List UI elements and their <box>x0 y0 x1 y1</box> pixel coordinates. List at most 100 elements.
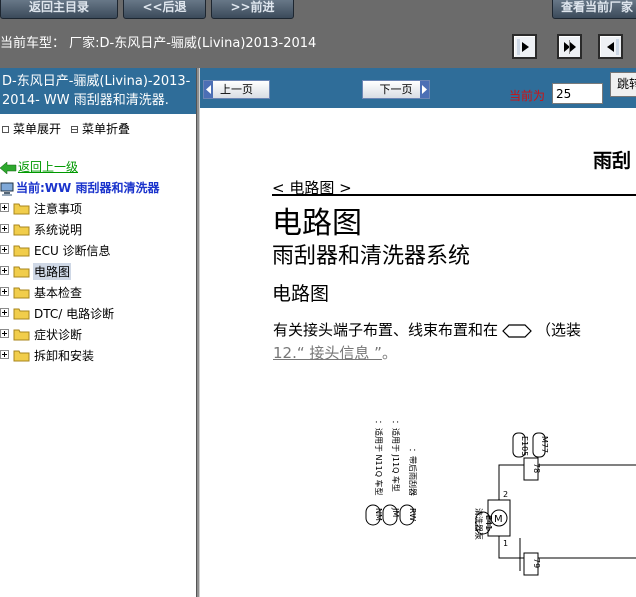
current-node-label: 当前:WW 雨刮器和清洗器 <box>16 181 160 195</box>
connector-info-link[interactable]: 12.“ 接头信息 ” <box>273 344 382 362</box>
expand-plus-icon[interactable] <box>0 287 9 296</box>
pager-bar: 上一页 下一页 当前为 跳转 <box>200 68 636 108</box>
tree-item-label: 拆卸和安装 <box>34 349 95 363</box>
folder-icon <box>13 287 30 299</box>
expand-plus-icon[interactable] <box>0 308 9 317</box>
expand-plus-icon[interactable] <box>0 329 9 338</box>
legend-code: RW <box>408 508 417 521</box>
top-toolbar: 返回主目录 <<后退 >>前进 查看当前厂家 <box>0 0 636 22</box>
legend-text: ：带后雨刮器 <box>408 448 418 496</box>
legend-item-jm: JM ：适用于 J11Q 车型 <box>382 420 401 526</box>
folder-icon <box>13 224 30 236</box>
pin-number-top: 2 <box>503 490 508 499</box>
triangle-right-icon <box>420 81 429 98</box>
tree-item-label: 基本检查 <box>34 286 83 300</box>
previous-page-icon-button[interactable] <box>598 34 623 59</box>
view-current-manufacturer-button[interactable]: 查看当前厂家 <box>552 0 636 19</box>
washer-motor-symbol: M <box>487 499 511 537</box>
arrow-double-right-icon <box>564 40 576 54</box>
expand-plus-icon[interactable] <box>0 350 9 359</box>
home-button[interactable]: 返回主目录 <box>0 0 118 19</box>
tree-item-system-description[interactable]: 系统说明 <box>0 219 196 240</box>
expand-square-icon <box>2 125 9 133</box>
connector-number: 79 <box>532 558 541 568</box>
expand-plus-icon[interactable] <box>0 245 9 254</box>
tree-item-label: ECU 诊断信息 <box>34 244 111 258</box>
page-number-input[interactable] <box>552 83 603 104</box>
expand-plus-icon[interactable] <box>0 266 9 275</box>
tree-item-label: DTC/ 电路诊断 <box>34 307 115 321</box>
info-paragraph: 有关接头端子布置、线束布置和在 （选装 <box>273 319 581 340</box>
legend-text: ：适用于 J11Q 车型 <box>391 420 401 492</box>
tag-e105: E105 <box>512 432 529 458</box>
tree-item-label: 系统说明 <box>34 223 83 237</box>
previous-page-button[interactable]: 上一页 <box>203 80 270 99</box>
current-page-label: 当前为 <box>509 89 546 103</box>
document-header: 雨刮 <box>593 150 632 172</box>
previous-page-label: 上一页 <box>220 83 253 96</box>
arrow-left-icon <box>607 39 619 55</box>
tree-item-wiring-diagram[interactable]: 电路图 <box>0 261 196 282</box>
wiring-schematic: NM ：适用于 N11Q 车型 JM ：适用于 J11Q 车型 RW ：带后雨刮… <box>365 420 636 576</box>
legend-code: NM <box>374 508 383 521</box>
paragraph-text-suffix: （选装 <box>536 321 582 339</box>
current-node: 当前:WW 雨刮器和清洗器 <box>0 179 159 196</box>
paragraph-end: 。 <box>381 344 397 362</box>
tree-item-label: 注意事项 <box>34 202 83 216</box>
legend-text: ：适用于 N11Q 车型 <box>374 420 384 496</box>
tree-item-symptom-diagnosis[interactable]: 症状诊断 <box>0 324 196 345</box>
forward-button[interactable]: >>前进 <box>211 0 294 19</box>
expand-plus-icon[interactable] <box>0 224 9 233</box>
legend-item-nm: NM ：适用于 N11Q 车型 <box>365 420 384 526</box>
paragraph-text: 有关接头端子布置、线束布置和在 <box>273 321 499 339</box>
tag-code: E105 <box>520 436 529 456</box>
next-page-icon-button[interactable] <box>512 34 537 59</box>
legend-code: JM <box>391 507 400 517</box>
menu-collapse-link[interactable]: 菜单折叠 <box>82 122 130 136</box>
green-back-arrow-icon <box>0 161 17 174</box>
page-subtitle: 雨刮器和清洗器系统 <box>272 244 471 269</box>
connector-info-reference: 12.“ 接头信息 ”。 <box>273 342 397 363</box>
back-up-label: 返回上一级 <box>18 160 79 174</box>
folder-icon <box>13 203 30 215</box>
menu-expand-link[interactable]: 菜单展开 <box>13 122 61 136</box>
tree-item-dtc-circuit-diagnosis[interactable]: DTC/ 电路诊断 <box>0 303 196 324</box>
folder-icon <box>13 350 30 362</box>
section-heading: 电路图 <box>272 283 330 305</box>
breadcrumb-rule <box>272 194 636 196</box>
legend-item-rw: RW ：带后雨刮器 <box>399 448 418 526</box>
tree-item-label: 电路图 <box>33 263 72 280</box>
menu-tree: 注意事项 系统说明 ECU 诊断信息 电路图 基本检查 DTC/ 电路诊断 症状… <box>0 198 196 366</box>
tree-item-ecu-diagnosis[interactable]: ECU 诊断信息 <box>0 240 196 261</box>
folder-icon <box>13 329 30 341</box>
triangle-left-icon <box>204 81 213 98</box>
document-pane: 雨刮 < 电路图 > 电路图 雨刮器和清洗器系统 电路图 有关接头端子布置、线束… <box>200 108 636 597</box>
back-button[interactable]: <<后退 <box>123 0 206 19</box>
back-up-link[interactable]: 返回上一级 <box>0 158 78 175</box>
computer-icon <box>0 182 14 196</box>
arrow-right-icon <box>517 39 529 55</box>
last-page-icon-button[interactable] <box>557 34 582 59</box>
connector-number: 78 <box>532 463 541 473</box>
folder-icon <box>13 308 30 320</box>
tree-item-basic-inspection[interactable]: 基本检查 <box>0 282 196 303</box>
menu-controls: 菜单展开 菜单折叠 <box>0 120 138 137</box>
folder-icon <box>13 266 30 278</box>
next-page-button[interactable]: 下一页 <box>362 80 430 99</box>
jump-button[interactable]: 跳转 <box>610 72 636 97</box>
tree-item-precautions[interactable]: 注意事项 <box>0 198 196 219</box>
schematic-wires <box>498 464 636 571</box>
expand-plus-icon[interactable] <box>0 203 9 212</box>
tag-m77: M77 <box>532 432 549 458</box>
connector-78: 78 <box>523 457 541 481</box>
current-model-text: 当前车型： 厂家:D-东风日产-骊威(Livina)2013-2014 <box>0 36 317 51</box>
connector-hexagon-icon <box>502 323 532 338</box>
collapse-square-icon <box>71 125 79 133</box>
page-title: 电路图 <box>272 206 362 241</box>
sidebar: D-东风日产-骊威(Livina)-2013-2014- WW 雨刮器和清洗器.… <box>0 68 196 597</box>
motor-symbol-letter: M <box>494 514 503 525</box>
sidebar-title: D-东风日产-骊威(Livina)-2013-2014- WW 雨刮器和清洗器. <box>0 68 196 114</box>
tag-code: M77 <box>540 436 549 453</box>
model-bar: 当前车型： 厂家:D-东风日产-骊威(Livina)2013-2014 <box>0 22 636 68</box>
tree-item-removal-installation[interactable]: 拆卸和安装 <box>0 345 196 366</box>
